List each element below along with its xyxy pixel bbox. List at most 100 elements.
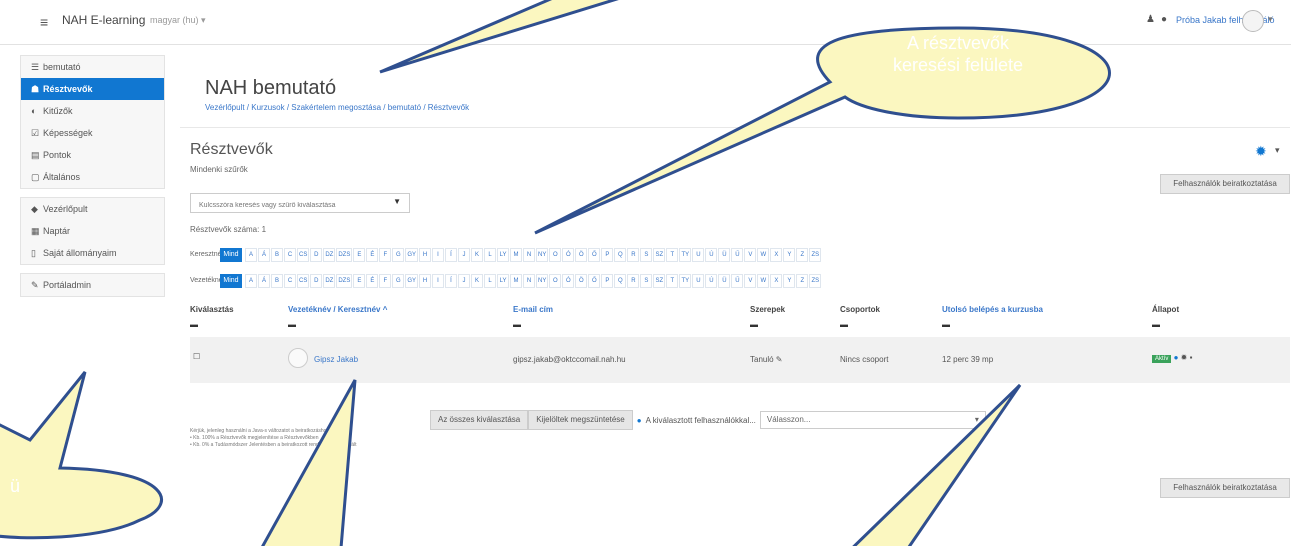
initial-letter-button[interactable]: D xyxy=(310,273,323,288)
initial-letter-button[interactable]: S xyxy=(640,247,653,262)
breadcrumb[interactable]: Vezérlőpult / Kurzusok / Szakértelem meg… xyxy=(205,103,469,112)
initial-letter-button[interactable]: Ö xyxy=(575,247,588,262)
initial-letter-button[interactable]: T xyxy=(666,247,679,262)
initial-letter-button[interactable]: Ú xyxy=(705,273,718,288)
initial-letter-button[interactable]: N xyxy=(523,273,536,288)
initial-letter-button[interactable]: T xyxy=(666,273,679,288)
collapse-icon[interactable]: ▬ xyxy=(190,320,198,329)
sidebar-item-competencies[interactable]: ☑ Képességek xyxy=(21,122,164,144)
initial-letter-button[interactable]: N xyxy=(523,247,536,262)
initial-letter-button[interactable]: R xyxy=(627,247,640,262)
initial-letter-button[interactable]: TY xyxy=(679,247,692,262)
col-name-sort[interactable]: Vezetéknév / Keresztnév ^ xyxy=(288,305,387,314)
initial-letter-button[interactable]: K xyxy=(471,273,484,288)
initial-letter-button[interactable]: Ú xyxy=(705,247,718,262)
initial-letter-button[interactable]: P xyxy=(601,247,614,262)
initial-letter-button[interactable]: ZS xyxy=(809,247,822,262)
participant-search-box[interactable]: ▼ xyxy=(190,193,410,215)
sidebar-item-site-admin[interactable]: ✎ Portáladmin xyxy=(21,274,164,296)
initial-letter-button[interactable]: Ű xyxy=(731,247,744,262)
initial-letter-button[interactable]: O xyxy=(549,247,562,262)
filter-link[interactable]: Mindenki szűrők xyxy=(190,165,248,174)
initial-letter-button[interactable]: DZS xyxy=(336,273,353,288)
initial-letter-button[interactable]: L xyxy=(484,247,497,262)
initial-letter-button[interactable]: Z xyxy=(796,247,809,262)
user-avatar[interactable] xyxy=(1242,10,1264,32)
help-icon[interactable]: ● xyxy=(637,416,642,425)
initial-all-button[interactable]: Mind xyxy=(220,273,242,288)
initial-letter-button[interactable]: U xyxy=(692,273,705,288)
initial-letter-button[interactable]: B xyxy=(271,273,283,288)
col-last-access-sort[interactable]: Utolsó belépés a kurzusba xyxy=(942,305,1043,314)
participant-role[interactable]: Tanuló ✎ xyxy=(750,355,783,364)
info-icon[interactable]: ● xyxy=(1174,353,1179,362)
initial-letter-button[interactable]: CS xyxy=(297,247,310,262)
initial-letter-button[interactable]: A xyxy=(245,273,257,288)
with-selected-select[interactable]: Válasszon... ▾ xyxy=(759,411,986,429)
initial-letter-button[interactable]: DZ xyxy=(323,273,336,288)
initial-letter-button[interactable]: M xyxy=(510,273,523,288)
initial-letter-button[interactable]: A xyxy=(245,247,257,262)
initial-letter-button[interactable]: S xyxy=(640,273,653,288)
site-brand[interactable]: NAH E-learning xyxy=(62,13,145,27)
sidebar-item-course[interactable]: ☰ bemutató xyxy=(21,56,164,78)
initial-all-button[interactable]: Mind xyxy=(220,247,242,262)
initial-letter-button[interactable]: M xyxy=(510,247,523,262)
sidebar-item-participants[interactable]: ☗ Résztvevők xyxy=(21,78,164,100)
row-checkbox[interactable]: ☐ xyxy=(193,352,200,361)
initial-letter-button[interactable]: Á xyxy=(258,273,270,288)
initial-letter-button[interactable]: TY xyxy=(679,273,692,288)
initial-letter-button[interactable]: Ö xyxy=(575,273,588,288)
collapse-icon[interactable]: ▬ xyxy=(840,320,848,329)
initial-letter-button[interactable]: NY xyxy=(536,247,549,262)
initial-letter-button[interactable]: Y xyxy=(783,247,796,262)
collapse-icon[interactable]: ▬ xyxy=(288,320,296,329)
initial-letter-button[interactable]: ZS xyxy=(809,273,822,288)
initial-letter-button[interactable]: L xyxy=(484,273,497,288)
initial-letter-button[interactable]: V xyxy=(744,247,757,262)
initial-letter-button[interactable]: E xyxy=(353,273,366,288)
initial-letter-button[interactable]: CS xyxy=(297,273,310,288)
initial-letter-button[interactable]: P xyxy=(601,273,614,288)
deselect-button[interactable]: Kijelöltek megszüntetése xyxy=(528,410,633,430)
initial-letter-button[interactable]: B xyxy=(271,247,283,262)
enrol-users-button-bottom[interactable]: Felhasználók beiratkoztatása xyxy=(1160,478,1290,498)
initial-letter-button[interactable]: Q xyxy=(614,273,627,288)
participant-name-link[interactable]: Gipsz Jakab xyxy=(314,355,358,364)
initial-letter-button[interactable]: J xyxy=(458,247,471,262)
initial-letter-button[interactable]: DZ xyxy=(323,247,336,262)
initial-letter-button[interactable]: LY xyxy=(497,273,510,288)
sidebar-item-dashboard[interactable]: ◆ Vezérlőpult xyxy=(21,198,164,220)
language-menu[interactable]: magyar (hu) ▾ xyxy=(150,15,206,26)
initial-letter-button[interactable]: D xyxy=(310,247,323,262)
dropdown-caret-icon[interactable]: ▼ xyxy=(393,197,401,206)
initial-letter-button[interactable]: Ő xyxy=(588,273,601,288)
sidebar-item-private-files[interactable]: ▯ Saját állományaim xyxy=(21,242,164,264)
avatar[interactable] xyxy=(288,348,308,368)
initial-letter-button[interactable]: Ő xyxy=(588,247,601,262)
initial-letter-button[interactable]: Í xyxy=(445,273,458,288)
sidebar-item-badges[interactable]: ◐ Kitűzők xyxy=(21,100,164,122)
initial-letter-button[interactable]: F xyxy=(379,273,392,288)
sidebar-item-grades[interactable]: ▤ Pontok xyxy=(21,144,164,166)
chevron-down-icon[interactable]: ▾ xyxy=(1268,14,1273,25)
initial-letter-button[interactable]: W xyxy=(757,273,770,288)
notification-bell-icon[interactable]: ♟ xyxy=(1146,14,1155,25)
collapse-icon[interactable]: ▬ xyxy=(513,320,521,329)
collapse-icon[interactable]: ▬ xyxy=(942,320,950,329)
initial-letter-button[interactable]: K xyxy=(471,247,484,262)
sidebar-item-calendar[interactable]: ▦ Naptár xyxy=(21,220,164,242)
initial-letter-button[interactable]: C xyxy=(284,273,296,288)
initial-letter-button[interactable]: W xyxy=(757,247,770,262)
initial-letter-button[interactable]: Q xyxy=(614,247,627,262)
initial-letter-button[interactable]: H xyxy=(419,273,432,288)
initial-letter-button[interactable]: Ű xyxy=(731,273,744,288)
initial-letter-button[interactable]: GY xyxy=(405,247,419,262)
initial-letter-button[interactable]: F xyxy=(379,247,392,262)
initial-letter-button[interactable]: X xyxy=(770,247,783,262)
initial-letter-button[interactable]: I xyxy=(432,247,445,262)
initial-letter-button[interactable]: SZ xyxy=(653,247,666,262)
hamburger-menu-icon[interactable]: ≡ xyxy=(40,14,48,30)
collapse-icon[interactable]: ▬ xyxy=(750,320,758,329)
initial-letter-button[interactable]: É xyxy=(366,247,379,262)
